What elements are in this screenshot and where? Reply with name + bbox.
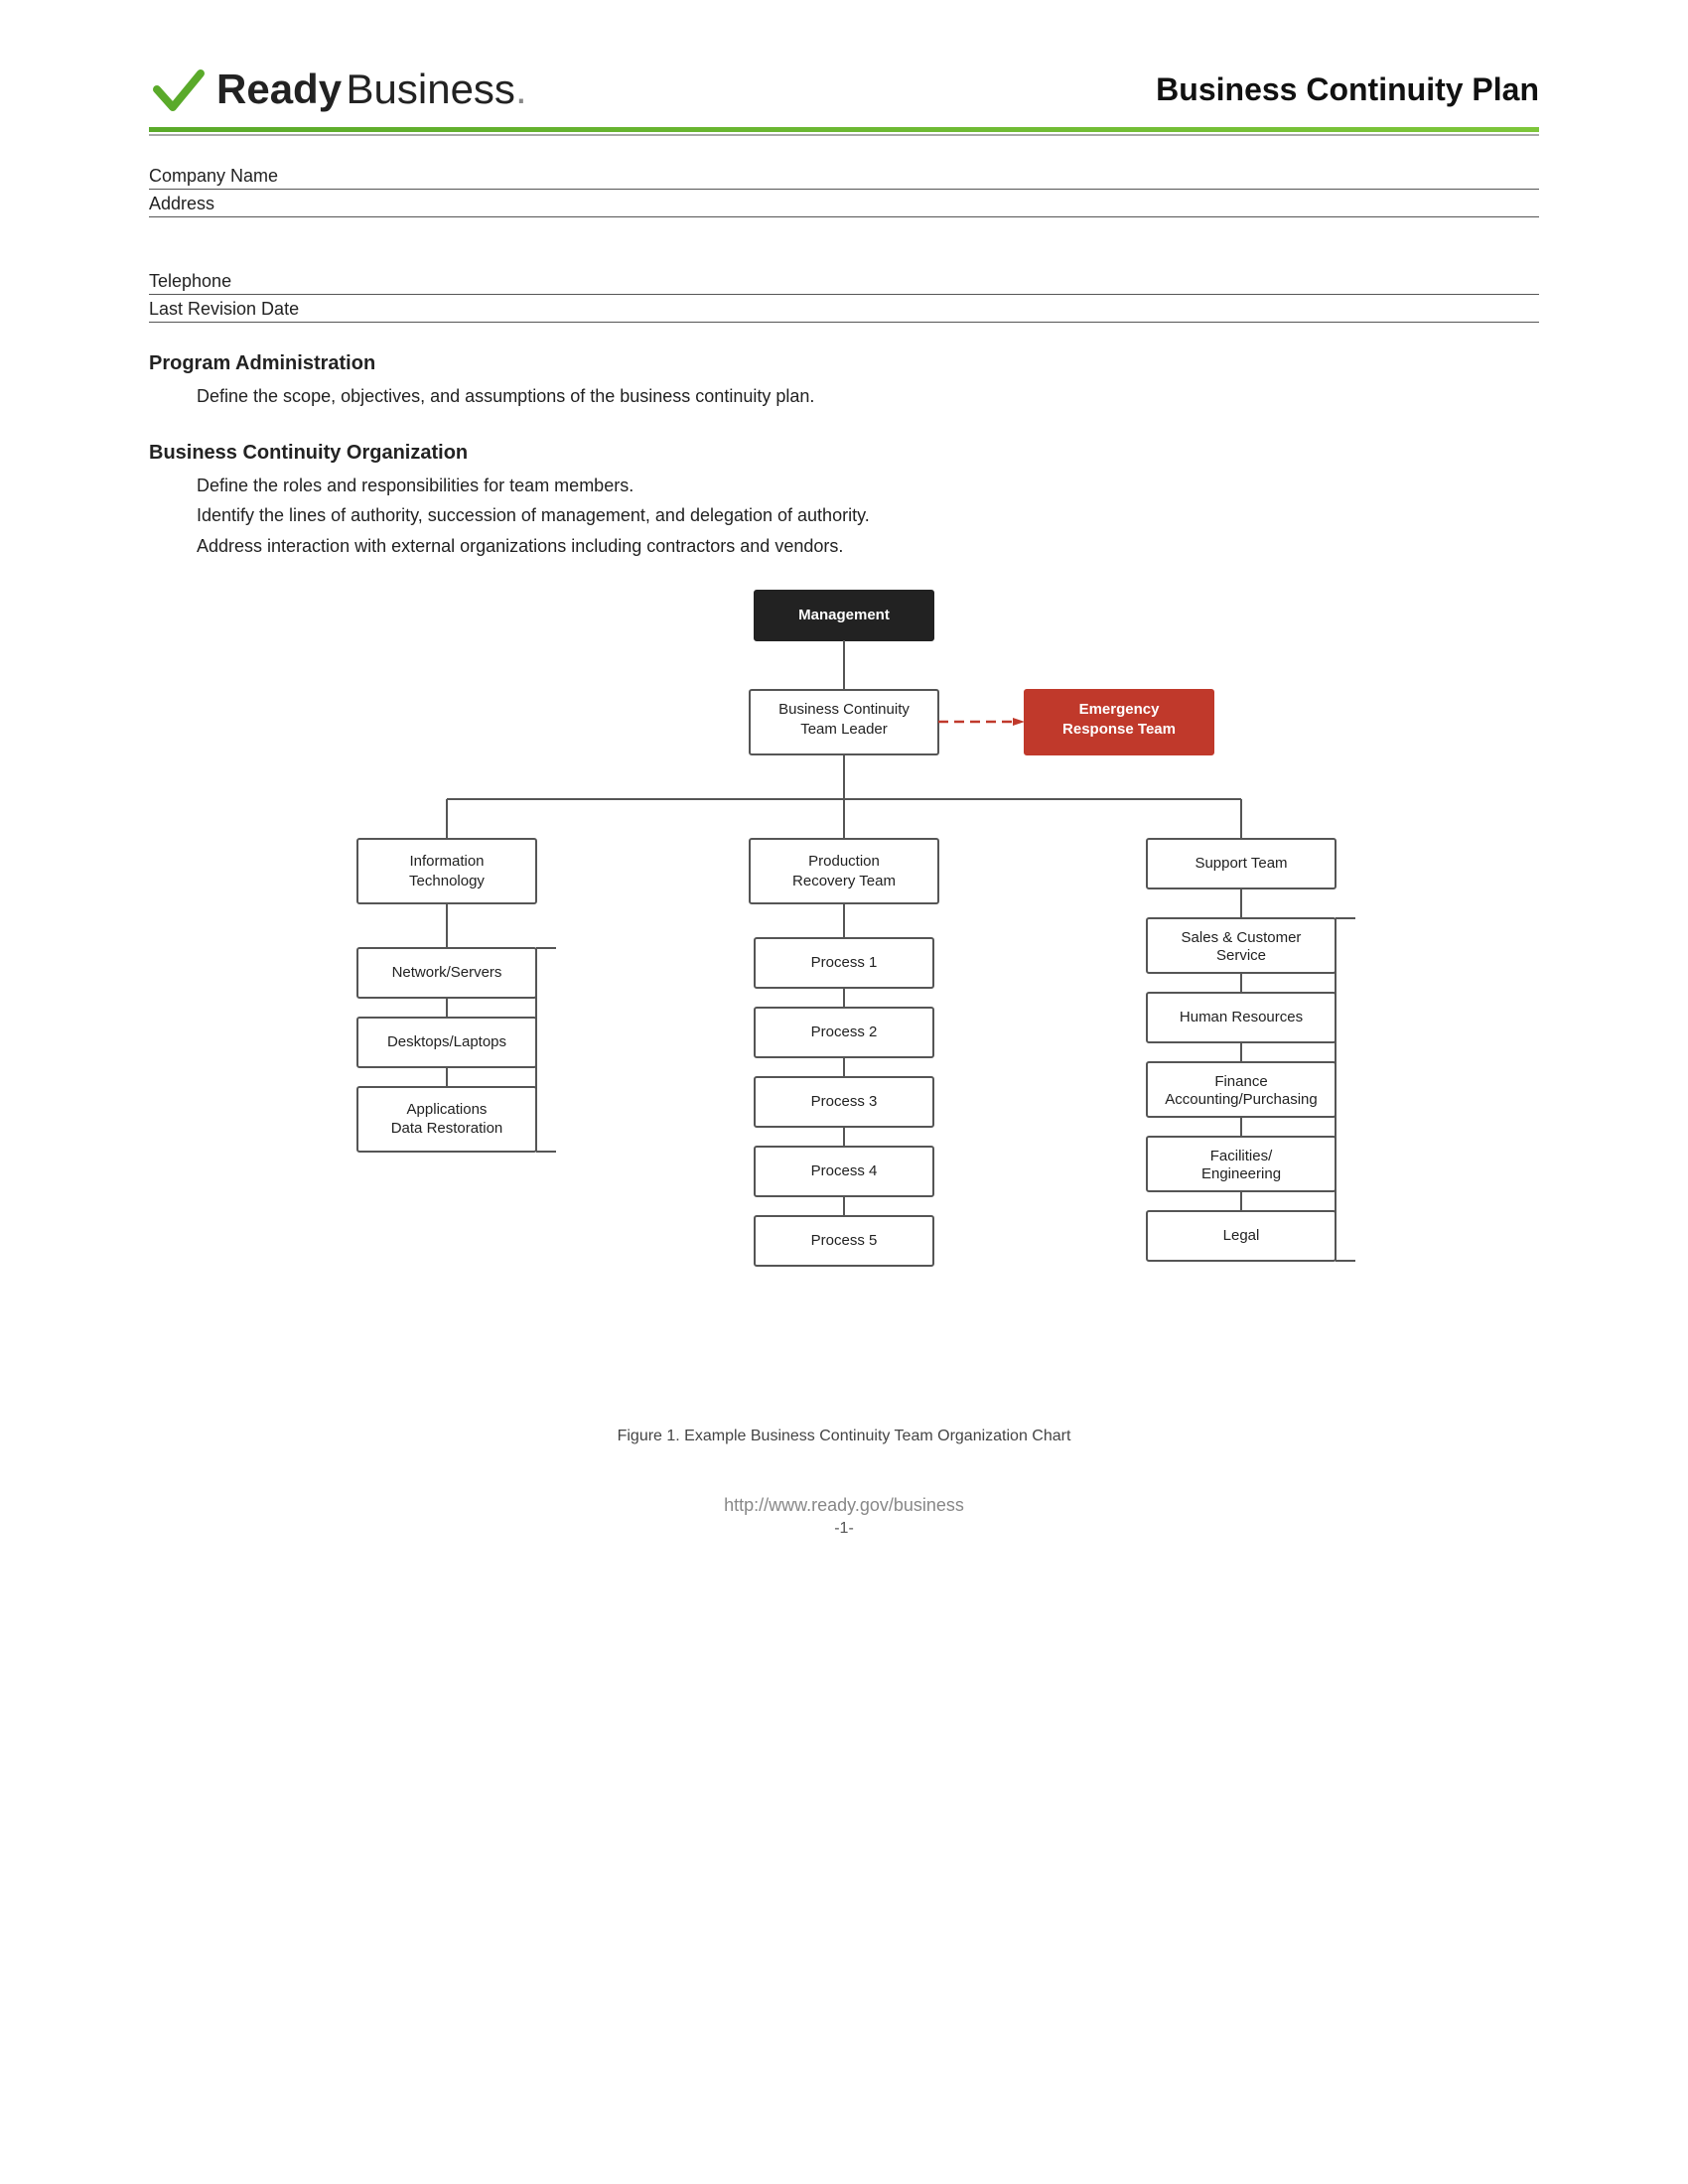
section-bco-body: Define the roles and responsibilities fo…: [197, 471, 1539, 562]
svg-text:Process 5: Process 5: [811, 1232, 878, 1249]
svg-text:Technology: Technology: [409, 873, 485, 889]
svg-text:Process 1: Process 1: [811, 954, 878, 971]
svg-text:Business Continuity: Business Continuity: [778, 701, 910, 718]
svg-text:Service: Service: [1216, 947, 1266, 964]
footer-url: http://www.ready.gov/business: [149, 1495, 1539, 1516]
svg-text:Finance: Finance: [1214, 1073, 1267, 1090]
company-fields: Company Name Address: [149, 166, 1539, 217]
section-program-admin: Program Administration Define the scope,…: [149, 352, 1539, 412]
prt-header-box: [750, 839, 938, 903]
last-revision-label: Last Revision Date: [149, 299, 348, 320]
footer: http://www.ready.gov/business -1-: [149, 1495, 1539, 1538]
svg-text:Management: Management: [798, 607, 890, 623]
address-field[interactable]: Address: [149, 194, 1539, 217]
section-bco: Business Continuity Organization Define …: [149, 442, 1539, 562]
svg-text:Support Team: Support Team: [1195, 855, 1287, 872]
svg-text:Legal: Legal: [1223, 1227, 1260, 1244]
section-program-admin-body: Define the scope, objectives, and assump…: [197, 381, 1539, 412]
header: Ready Business . Business Continuity Pla…: [149, 60, 1539, 119]
telephone-label: Telephone: [149, 271, 348, 292]
last-revision-field[interactable]: Last Revision Date: [149, 299, 1539, 323]
section-bco-title: Business Continuity Organization: [149, 442, 1539, 465]
logo-area: Ready Business .: [149, 60, 527, 119]
checkmark-icon: [149, 60, 209, 119]
svg-text:Accounting/Purchasing: Accounting/Purchasing: [1165, 1091, 1317, 1108]
telephone-field[interactable]: Telephone: [149, 271, 1539, 295]
svg-text:Data Restoration: Data Restoration: [391, 1120, 503, 1137]
svg-text:Recovery Team: Recovery Team: [792, 873, 896, 889]
company-name-field[interactable]: Company Name: [149, 166, 1539, 190]
green-divider: [149, 127, 1539, 132]
svg-text:Sales & Customer: Sales & Customer: [1182, 929, 1302, 946]
section-program-admin-title: Program Administration: [149, 352, 1539, 375]
svg-text:Engineering: Engineering: [1201, 1165, 1281, 1182]
logo-business: Business: [347, 66, 515, 113]
svg-text:Process 3: Process 3: [811, 1093, 878, 1110]
company-name-label: Company Name: [149, 166, 348, 187]
svg-text:Process 4: Process 4: [811, 1162, 878, 1179]
gray-divider: [149, 134, 1539, 136]
svg-text:Information: Information: [409, 853, 484, 870]
svg-text:Response Team: Response Team: [1062, 721, 1176, 738]
it-header-box: [357, 839, 536, 903]
fields-spacer: [149, 247, 1539, 271]
org-chart-svg: .box-rect { fill: white; stroke: #555; s…: [248, 561, 1440, 1405]
svg-text:Human Resources: Human Resources: [1180, 1009, 1303, 1025]
org-chart: .box-rect { fill: white; stroke: #555; s…: [248, 561, 1440, 1445]
svg-text:Applications: Applications: [407, 1101, 488, 1118]
svg-text:Production: Production: [808, 853, 880, 870]
figure-caption: Figure 1. Example Business Continuity Te…: [248, 1428, 1440, 1445]
logo-dot: .: [515, 66, 527, 113]
svg-text:Process 2: Process 2: [811, 1024, 878, 1040]
contact-fields: Telephone Last Revision Date: [149, 271, 1539, 323]
page-title: Business Continuity Plan: [1156, 71, 1539, 108]
svg-text:Network/Servers: Network/Servers: [392, 964, 502, 981]
svg-text:Desktops/Laptops: Desktops/Laptops: [387, 1033, 506, 1050]
svg-text:Emergency: Emergency: [1079, 701, 1161, 718]
svg-text:Facilities/: Facilities/: [1210, 1148, 1273, 1164]
logo-ready: Ready: [216, 66, 342, 113]
svg-text:Team Leader: Team Leader: [800, 721, 888, 738]
address-label: Address: [149, 194, 348, 214]
footer-page: -1-: [149, 1520, 1539, 1538]
